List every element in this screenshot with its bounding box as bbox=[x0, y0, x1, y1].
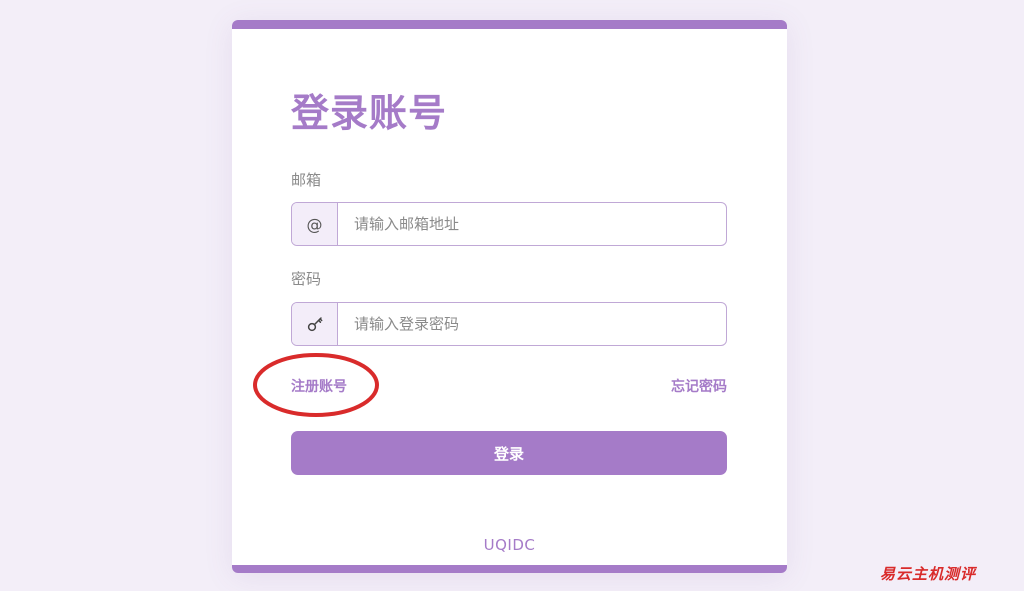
email-label: 邮箱 bbox=[291, 171, 322, 189]
login-card: 登录账号 邮箱 @ 密码 注册账号 忘记密码 登录 UQIDC bbox=[232, 20, 787, 573]
at-sign-icon: @ bbox=[292, 203, 338, 245]
password-label: 密码 bbox=[291, 270, 322, 288]
card-top-accent-bar bbox=[232, 20, 787, 29]
password-input[interactable] bbox=[338, 303, 726, 345]
email-input[interactable] bbox=[338, 203, 726, 245]
register-link[interactable]: 注册账号 bbox=[291, 378, 347, 396]
page-title: 登录账号 bbox=[291, 91, 448, 135]
footer-brand: UQIDC bbox=[483, 536, 536, 554]
card-bottom-accent-bar bbox=[232, 565, 787, 573]
login-button[interactable]: 登录 bbox=[291, 431, 727, 475]
watermark: 易云主机测评 bbox=[880, 565, 977, 583]
password-input-group bbox=[291, 302, 727, 346]
key-icon bbox=[292, 303, 338, 345]
email-input-group: @ bbox=[291, 202, 727, 246]
forgot-password-link[interactable]: 忘记密码 bbox=[671, 378, 727, 396]
